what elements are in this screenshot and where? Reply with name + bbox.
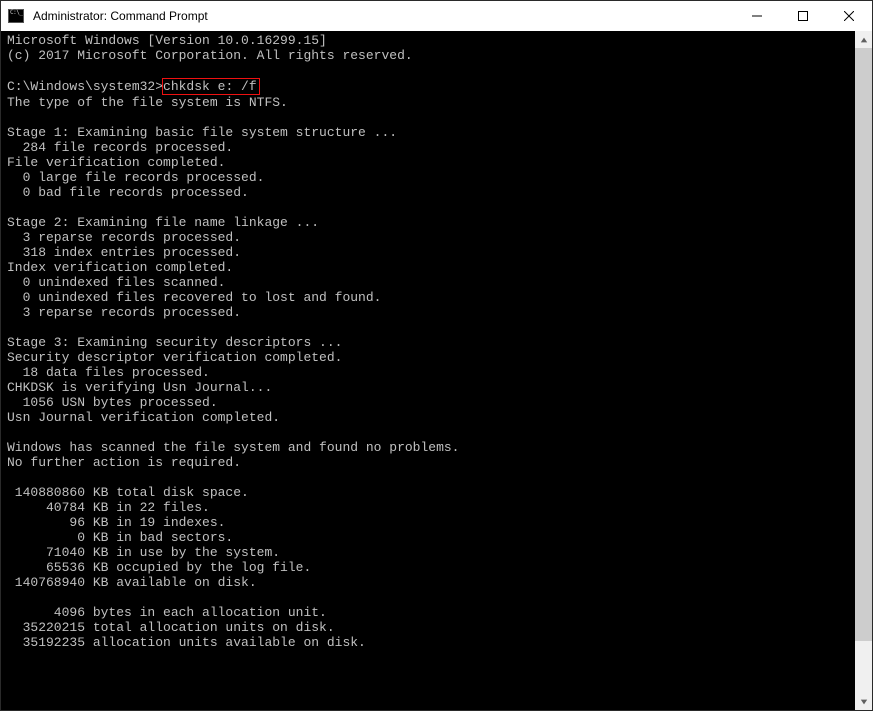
line: 40784 KB in 22 files. (7, 500, 210, 515)
command-text: chkdsk e: /f (163, 79, 257, 94)
line: 96 KB in 19 indexes. (7, 515, 225, 530)
vertical-scrollbar[interactable] (855, 31, 872, 710)
command-highlight: chkdsk e: /f (162, 78, 260, 95)
line: 0 unindexed files recovered to lost and … (7, 290, 381, 305)
line: 35220215 total allocation units on disk. (7, 620, 335, 635)
content-area: Microsoft Windows [Version 10.0.16299.15… (1, 31, 872, 710)
line: 3 reparse records processed. (7, 305, 241, 320)
line: 65536 KB occupied by the log file. (7, 560, 311, 575)
scroll-track[interactable] (855, 48, 872, 693)
line: 1056 USN bytes processed. (7, 395, 218, 410)
line: Stage 3: Examining security descriptors … (7, 335, 342, 350)
line: CHKDSK is verifying Usn Journal... (7, 380, 272, 395)
line: Stage 1: Examining basic file system str… (7, 125, 397, 140)
scroll-up-button[interactable] (855, 31, 872, 48)
line: 0 unindexed files scanned. (7, 275, 225, 290)
line: 4096 bytes in each allocation unit. (7, 605, 327, 620)
window-title: Administrator: Command Prompt (31, 9, 734, 23)
scroll-down-button[interactable] (855, 693, 872, 710)
line: The type of the file system is NTFS. (7, 95, 288, 110)
terminal-output[interactable]: Microsoft Windows [Version 10.0.16299.15… (1, 31, 855, 710)
line: Windows has scanned the file system and … (7, 440, 459, 455)
minimize-button[interactable] (734, 1, 780, 31)
window-controls (734, 1, 872, 31)
line: Usn Journal verification completed. (7, 410, 280, 425)
line: (c) 2017 Microsoft Corporation. All righ… (7, 48, 413, 63)
line: 18 data files processed. (7, 365, 210, 380)
line: 0 KB in bad sectors. (7, 530, 233, 545)
line: 318 index entries processed. (7, 245, 241, 260)
line: 0 bad file records processed. (7, 185, 249, 200)
line: 71040 KB in use by the system. (7, 545, 280, 560)
line: No further action is required. (7, 455, 241, 470)
cmd-icon (1, 1, 31, 31)
scroll-thumb[interactable] (855, 48, 872, 641)
titlebar[interactable]: Administrator: Command Prompt (1, 1, 872, 31)
line: Security descriptor verification complet… (7, 350, 342, 365)
maximize-button[interactable] (780, 1, 826, 31)
line: Microsoft Windows [Version 10.0.16299.15… (7, 33, 327, 48)
line: 35192235 allocation units available on d… (7, 635, 366, 650)
command-prompt-window: Administrator: Command Prompt Microsoft … (0, 0, 873, 711)
line: Stage 2: Examining file name linkage ... (7, 215, 319, 230)
close-button[interactable] (826, 1, 872, 31)
prompt: C:\Windows\system32> (7, 79, 163, 94)
line: 140768940 KB available on disk. (7, 575, 257, 590)
line: File verification completed. (7, 155, 225, 170)
line: 140880860 KB total disk space. (7, 485, 249, 500)
line: 284 file records processed. (7, 140, 233, 155)
line: 0 large file records processed. (7, 170, 264, 185)
line: 3 reparse records processed. (7, 230, 241, 245)
line: Index verification completed. (7, 260, 233, 275)
